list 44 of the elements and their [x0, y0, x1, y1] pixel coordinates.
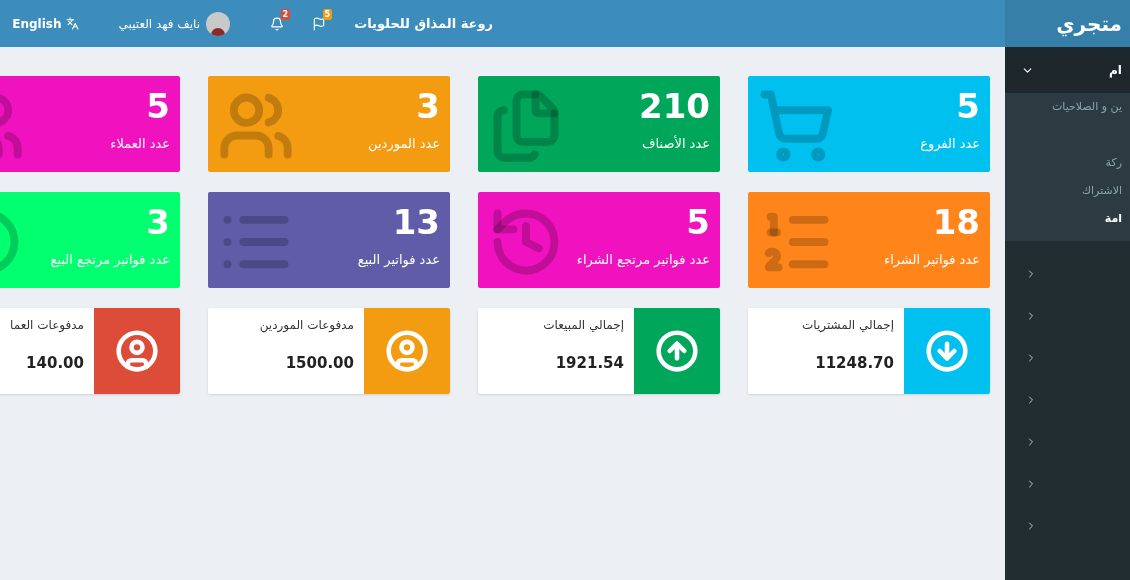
user-name[interactable]: نايف فهد العتيبي [118, 14, 201, 33]
stat-label: عدد الموردين [368, 135, 440, 154]
info-label: إجمالي المبيعات [542, 317, 624, 334]
stat-label: عدد فواتير مرتجع الشراء [576, 251, 710, 270]
user-icon [115, 329, 159, 373]
info-label: مدفوعات العما [9, 317, 84, 334]
submenu-item[interactable]: ركة [1005, 149, 1130, 177]
user-icon [385, 329, 429, 373]
stat-label: عدد الفروع [920, 135, 980, 154]
submenu-item[interactable]: الاشتراك [1005, 177, 1130, 205]
info-value: 140.00 [25, 352, 84, 374]
flag-icon[interactable] [312, 16, 327, 31]
stat-value: 210 [639, 85, 710, 128]
stat-label: عدد فواتير الشراء [884, 251, 980, 270]
store-name: روعة المذاق للحلويات [354, 14, 493, 33]
stat-value: 13 [392, 201, 440, 244]
menu-item[interactable]: ام [1005, 47, 1130, 93]
stat-value: 18 [932, 201, 980, 244]
submenu-item[interactable]: ين و الصلاحيات [1005, 93, 1130, 121]
stat-label: عدد فواتير البيع [357, 251, 440, 270]
count-badge: 2 [280, 8, 291, 20]
info-value: 1921.54 [554, 352, 624, 374]
avatar[interactable] [206, 11, 231, 36]
bell-icon[interactable] [270, 16, 285, 31]
stat-value: 3 [416, 85, 440, 128]
translate-icon[interactable] [65, 17, 79, 30]
stat-label: عدد فواتير مرتجع البيع [50, 251, 170, 270]
cart-icon [758, 88, 834, 164]
arrow-down-icon [925, 329, 969, 373]
logo: متجري [1056, 10, 1122, 39]
language-link[interactable]: English [12, 14, 62, 33]
stat-value: 5 [686, 201, 710, 244]
stat-value: 3 [146, 201, 170, 244]
info-value: 1500.00 [284, 352, 354, 374]
count-badge: 5 [322, 8, 333, 20]
submenu-item[interactable]: امة [1005, 205, 1130, 233]
info-label: مدفوعات الموردين [258, 317, 354, 334]
stat-value: 5 [146, 85, 170, 128]
stat-value: 5 [956, 85, 980, 128]
arrow-up-icon [655, 329, 699, 373]
stat-label: عدد الأصناف [642, 134, 710, 153]
stat-label: عدد العملاء [110, 135, 170, 153]
info-value: 11248.70 [814, 352, 894, 374]
info-label: إجمالي المشتريات [801, 317, 894, 334]
